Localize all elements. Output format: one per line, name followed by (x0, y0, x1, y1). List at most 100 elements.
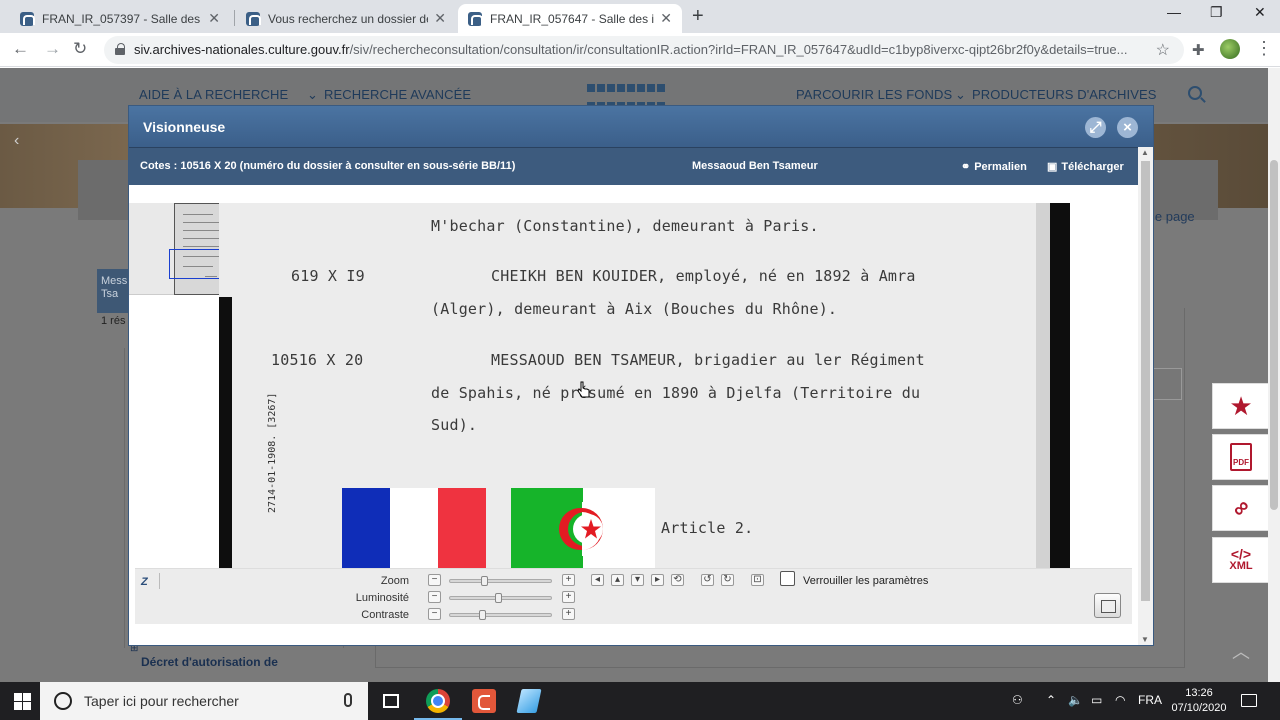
tree-item-decret[interactable]: Décret d'autorisation de (141, 655, 278, 669)
maximize-icon[interactable]: ❐ (1210, 4, 1223, 21)
viewer-controls: Z Zoom Luminosité Contraste − + − + − + … (135, 568, 1132, 624)
close-tab-icon[interactable]: ✕ (434, 10, 446, 27)
scroll-top-icon[interactable]: ︿ (1232, 638, 1250, 664)
scroll-down-icon[interactable]: ▼ (1141, 635, 1149, 644)
rotate-right-icon[interactable]: ↻ (721, 574, 734, 586)
language-indicator[interactable]: FRA (1138, 693, 1162, 707)
pan-up-icon[interactable]: ▴ (611, 574, 624, 586)
viewer-scrollbar-thumb[interactable] (1141, 161, 1150, 601)
contraste-slider[interactable] (449, 610, 552, 620)
download-icon: ▣ (1047, 161, 1058, 173)
windows-start-icon[interactable] (14, 693, 31, 710)
carousel-prev-icon[interactable]: ‹ (14, 132, 19, 150)
rotate-left-icon[interactable]: ↺ (701, 574, 714, 586)
scan-right-border (1050, 203, 1070, 569)
back-arrow-icon[interactable]: ← (12, 39, 29, 59)
taskbar-search[interactable]: Taper ici pour rechercher (40, 682, 368, 720)
background-link[interactable]: le page (1152, 209, 1195, 224)
background-input[interactable] (1150, 368, 1182, 400)
contraste-increase-button[interactable]: + (562, 608, 575, 620)
page-scrollbar-thumb[interactable] (1270, 160, 1278, 510)
luminosite-increase-button[interactable]: + (562, 591, 575, 603)
extensions-puzzle-icon[interactable]: ✚ (1192, 41, 1205, 59)
luminosite-slider[interactable] (449, 593, 552, 603)
france-flag (342, 488, 486, 568)
fullscreen-icon[interactable]: ⤢ (1085, 117, 1106, 138)
pan-down-icon[interactable]: ▾ (631, 574, 644, 586)
permalink-button[interactable]: ∞ (1212, 485, 1270, 531)
tray-chevron-icon[interactable]: ⌃ (1046, 693, 1056, 707)
document-scan[interactable]: M'bechar (Constantine), demeurant à Pari… (219, 203, 1070, 569)
fit-page-icon[interactable]: ⊡ (751, 574, 764, 586)
minimize-icon[interactable]: — (1167, 4, 1181, 20)
tab-divider (234, 10, 235, 26)
task-view-icon[interactable] (383, 694, 399, 708)
browser-menu-icon[interactable]: ⋮ (1255, 38, 1273, 59)
luminosite-slider-knob[interactable] (495, 593, 502, 603)
browser-tabbar: FRAN_IR_057397 - Salle des inven ✕ Vous … (0, 0, 1280, 33)
notes-app-taskbar-icon[interactable] (516, 689, 542, 713)
url-text: siv.archives-nationales.culture.gouv.fr/… (134, 42, 1144, 57)
new-tab-button[interactable]: + (692, 5, 704, 28)
system-clock[interactable]: 13:26 07/10/2020 (1170, 686, 1228, 716)
scan-left-border (219, 297, 232, 569)
lock-parameters-checkbox[interactable] (780, 571, 795, 586)
close-modal-icon[interactable]: × (1117, 117, 1138, 138)
bookmark-star-icon[interactable]: ☆ (1156, 40, 1170, 60)
contraste-label: Contraste (361, 609, 409, 621)
browser-tab-2[interactable]: Vous recherchez un dossier de na ✕ (236, 4, 456, 33)
browser-tab-1[interactable]: FRAN_IR_057397 - Salle des inven ✕ (10, 4, 230, 33)
search-icon[interactable] (1188, 86, 1202, 100)
people-icon[interactable]: ⚇ (1012, 693, 1023, 707)
microphone-icon[interactable] (344, 693, 352, 707)
wifi-icon[interactable]: ◠ (1115, 693, 1125, 707)
address-bar[interactable]: siv.archives-nationales.culture.gouv.fr/… (104, 36, 1184, 64)
nav-parcourir-fonds[interactable]: PARCOURIR LES FONDS (796, 87, 952, 102)
nav-recherche-avancee[interactable]: RECHERCHE AVANCÉE (324, 87, 471, 102)
contraste-slider-knob[interactable] (478, 610, 486, 620)
scroll-up-icon[interactable]: ▲ (1141, 148, 1149, 157)
print-icon[interactable] (1094, 593, 1121, 618)
pdf-button[interactable]: PDF (1212, 434, 1270, 480)
profile-avatar[interactable] (1220, 39, 1240, 59)
telecharger-link[interactable]: ▣ Télécharger (1047, 160, 1124, 173)
red-app-taskbar-icon[interactable] (472, 689, 496, 713)
crescent-star-icon (559, 502, 609, 556)
volume-icon[interactable]: 🔈 (1068, 693, 1083, 707)
pan-right-icon[interactable]: ▸ (651, 574, 664, 586)
close-tab-icon[interactable]: ✕ (660, 10, 672, 27)
viewer-scrollbar[interactable]: ▲ ▼ (1138, 147, 1153, 645)
result-card[interactable]: Mess Tsa (97, 269, 131, 313)
cortana-circle-icon (54, 692, 72, 710)
zoom-slider[interactable] (449, 576, 552, 586)
favorite-star-button[interactable]: ★ (1212, 383, 1270, 429)
luminosite-decrease-button[interactable]: − (428, 591, 441, 603)
battery-icon[interactable]: ▭ (1091, 693, 1102, 707)
zoom-slider-knob[interactable] (480, 576, 488, 586)
reset-view-icon[interactable]: ⟲ (671, 574, 684, 586)
close-window-icon[interactable]: ✕ (1254, 4, 1266, 21)
pan-left-icon[interactable]: ◂ (591, 574, 604, 586)
xml-button[interactable]: </> XML (1212, 537, 1270, 583)
chrome-taskbar-icon[interactable] (414, 689, 462, 720)
nav-aide-recherche[interactable]: AIDE À LA RECHERCHE (139, 87, 288, 102)
browser-tab-3-active[interactable]: FRAN_IR_057647 - Salle des inven ✕ (458, 4, 682, 33)
permalien-link[interactable]: ⚭ Permalien (961, 160, 1027, 173)
algeria-flag (511, 488, 655, 568)
zoom-out-button[interactable]: − (428, 574, 441, 586)
tab-title: FRAN_IR_057647 - Salle des inven (490, 11, 655, 26)
image-viewer[interactable]: M'bechar (Constantine), demeurant à Pari… (129, 185, 1138, 645)
nav-producteurs[interactable]: PRODUCTEURS D'ARCHIVES (972, 87, 1157, 102)
notification-center-icon[interactable] (1241, 694, 1257, 707)
doc-line-5: 10516 X 20 (271, 351, 364, 369)
zoom-in-button[interactable]: + (562, 574, 575, 586)
archives-logo[interactable] (586, 80, 682, 110)
page-scrollbar[interactable] (1268, 68, 1280, 682)
lock-icon (115, 43, 125, 55)
forward-arrow-icon[interactable]: → (44, 39, 61, 59)
zoomify-logo: Z (141, 576, 148, 588)
close-tab-icon[interactable]: ✕ (208, 10, 220, 27)
reload-icon[interactable]: ↻ (73, 39, 87, 59)
permalien-label: Permalien (974, 161, 1027, 173)
contraste-decrease-button[interactable]: − (428, 608, 441, 620)
